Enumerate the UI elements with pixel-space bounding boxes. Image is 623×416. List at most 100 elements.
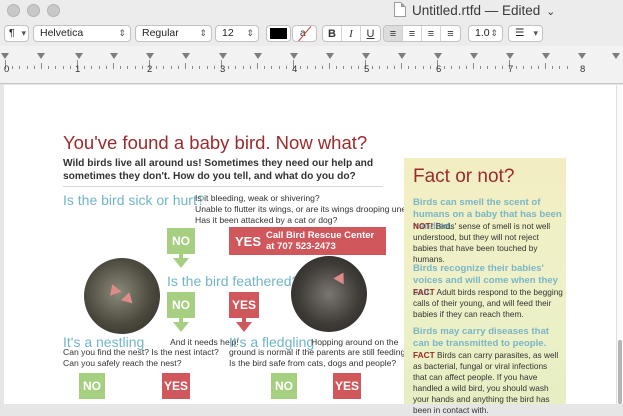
ruler-tick — [379, 66, 381, 69]
call-line-2: at 707 523-2473 — [266, 241, 336, 252]
ruler-number: 6 — [436, 64, 442, 75]
align-left-button[interactable]: ≡ — [384, 26, 403, 41]
updown-chevron-icon: ⇕ — [490, 28, 498, 38]
ruler-tick — [185, 63, 186, 69]
tab-stop[interactable] — [219, 53, 227, 59]
italic-button[interactable]: I — [342, 26, 361, 41]
ruler-tick — [33, 66, 35, 69]
left-indent-marker[interactable] — [1, 53, 9, 59]
ruler-tick — [69, 66, 71, 69]
ruler-tick — [170, 66, 172, 69]
paragraph-style-popup[interactable]: ¶ ▾ — [4, 25, 29, 42]
scrollbar-thumb[interactable] — [618, 340, 622, 404]
justify-button[interactable]: ≡ — [441, 26, 460, 41]
ruler-tick — [307, 66, 309, 69]
fact-verdict: FACT — [413, 287, 435, 297]
underline-button[interactable]: U — [361, 26, 380, 41]
ruler-tick — [501, 66, 503, 69]
ruler-tick — [134, 66, 136, 69]
nestling-photo — [84, 258, 160, 334]
chevron-down-icon[interactable]: ⌄ — [546, 6, 555, 18]
ruler-tick — [156, 66, 158, 69]
ruler-tick — [401, 63, 402, 69]
align-right-button[interactable]: ≡ — [422, 26, 441, 41]
tab-stop[interactable] — [434, 53, 442, 59]
fact-verdict: NOT! — [413, 221, 434, 231]
window-title[interactable]: Untitled.rtfd — Edited ⌄ — [412, 3, 555, 18]
fact-verdict: FACT — [413, 350, 435, 360]
tab-stop[interactable] — [398, 53, 406, 59]
beak-shape — [120, 290, 136, 304]
tab-stop[interactable] — [110, 53, 118, 59]
bold-button[interactable]: B — [323, 26, 342, 41]
fact-answer: NOT! Birds' sense of smell is not well u… — [413, 221, 563, 265]
title-bar: Untitled.rtfd — Edited ⌄ — [0, 0, 623, 22]
down-arrow-icon — [173, 258, 189, 268]
ruler-tick — [552, 66, 554, 69]
ruler-tick — [120, 66, 122, 69]
call-text: Call Bird Rescue Center at 707 523-2473 — [266, 230, 374, 252]
tab-stop[interactable] — [290, 53, 298, 59]
font-style-popup[interactable]: Regular ⇕ — [135, 25, 212, 42]
ruler-tick — [19, 66, 21, 69]
updown-chevron-icon: ⇕ — [199, 28, 207, 38]
tab-stop[interactable] — [75, 53, 83, 59]
zoom-window-button[interactable] — [47, 4, 60, 17]
right-indent-marker[interactable] — [612, 53, 620, 59]
no-box: NO — [271, 373, 297, 399]
tab-stop[interactable] — [506, 53, 514, 59]
ruler-tick — [271, 66, 273, 69]
text-color-well[interactable] — [266, 25, 291, 42]
ruler-tick — [285, 66, 287, 69]
align-center-button[interactable]: ≡ — [403, 26, 422, 41]
ruler-tick — [177, 66, 179, 69]
ruler-tick — [458, 66, 460, 69]
ruler-tick — [329, 63, 330, 69]
ruler-tick — [206, 66, 208, 69]
tab-stop[interactable] — [326, 53, 334, 59]
ruler-tick — [336, 66, 338, 69]
tab-stop[interactable] — [578, 53, 586, 59]
tab-stop[interactable] — [470, 53, 478, 59]
line-spacing-value: 1.0 — [475, 27, 490, 39]
font-size-field[interactable]: 12 ⇕ — [215, 25, 259, 42]
ruler-tick — [357, 66, 359, 69]
align-left-icon: ≡ — [389, 27, 397, 40]
tab-stop[interactable] — [542, 53, 550, 59]
close-window-button[interactable] — [7, 4, 20, 17]
ruler-tick — [537, 66, 539, 69]
list-icon: ☰ — [515, 27, 525, 39]
no-box: NO — [167, 292, 195, 318]
tab-stop[interactable] — [254, 53, 262, 59]
ruler-tick — [84, 66, 86, 69]
flyer-intro: Wild birds live all around us! Sometimes… — [63, 158, 374, 182]
tab-stop[interactable] — [146, 53, 154, 59]
tab-stop[interactable] — [37, 53, 45, 59]
updown-chevron-icon: ⇕ — [118, 28, 126, 38]
ruler-tick — [55, 66, 57, 69]
ruler-tick — [422, 66, 424, 69]
ruler-tick — [257, 63, 258, 69]
chevron-down-icon: ▾ — [21, 28, 26, 38]
ruler-tick — [408, 66, 410, 69]
font-size-value: 12 — [222, 27, 234, 39]
tab-stop[interactable] — [362, 53, 370, 59]
text-color-swatch — [270, 28, 287, 39]
ruler-tick — [141, 66, 143, 69]
ruler-tick — [393, 66, 395, 69]
ruler[interactable]: 0 1 2 3 4 5 6 7 8 — [0, 46, 623, 84]
sick-detail-2: Unable to flutter its wings, or are its … — [195, 204, 431, 214]
font-family-popup[interactable]: Helvetica ⇕ — [33, 25, 131, 42]
minimize-window-button[interactable] — [27, 4, 40, 17]
highlight-color-well[interactable]: a — [292, 25, 317, 42]
sick-detail-1: Is it bleeding, weak or shivering? — [195, 193, 320, 203]
list-popup[interactable]: ☰ ▾ — [508, 25, 543, 42]
ruler-tick — [343, 66, 345, 69]
ruler-number: 0 — [4, 64, 10, 75]
down-arrow-icon — [173, 322, 189, 332]
ruler-tick — [98, 66, 100, 69]
ruler-tick — [545, 63, 546, 69]
no-box: NO — [167, 228, 195, 254]
tab-stop[interactable] — [182, 53, 190, 59]
line-spacing-popup[interactable]: 1.0 ⇕ — [468, 25, 503, 42]
